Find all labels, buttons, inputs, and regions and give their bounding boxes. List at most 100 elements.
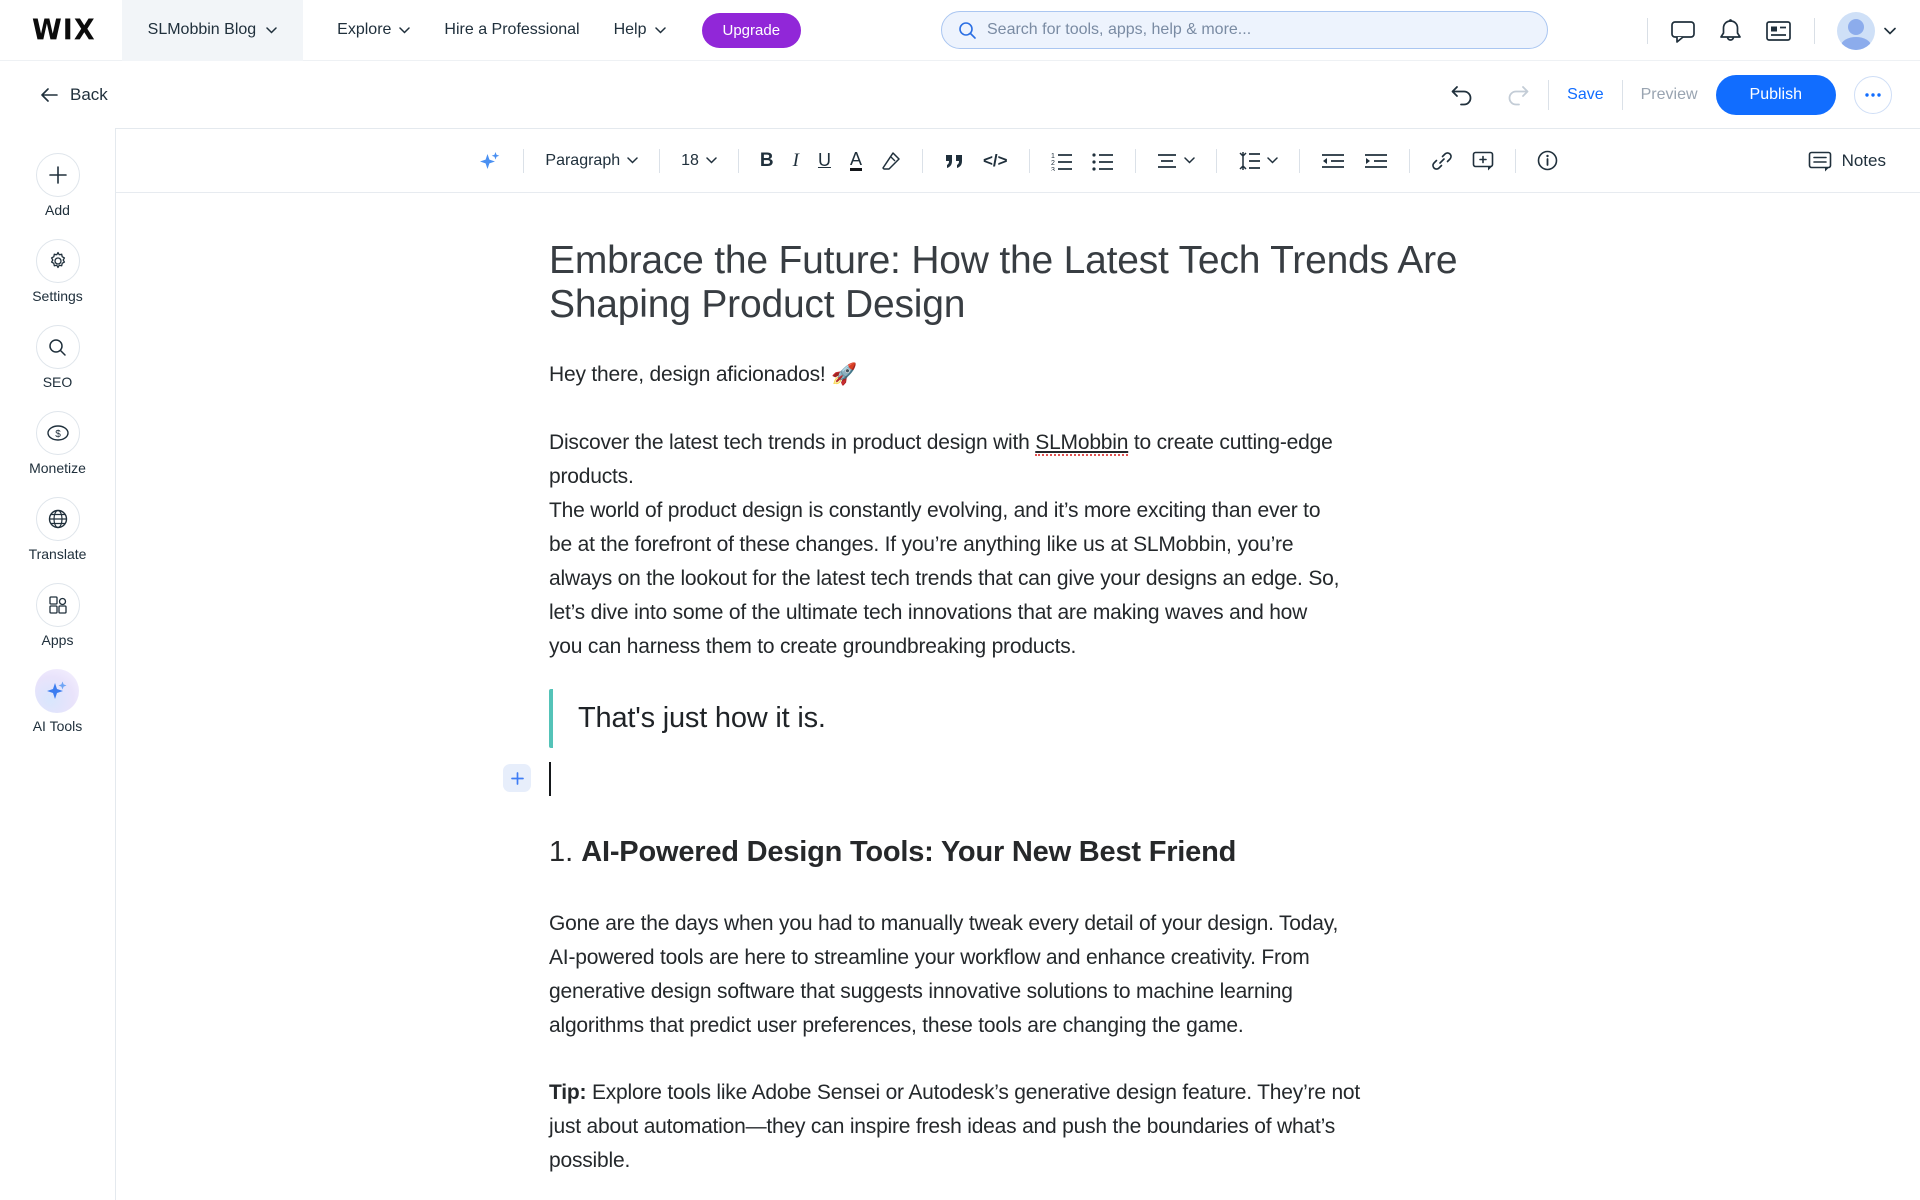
nav-label: Explore — [337, 21, 392, 38]
divider — [1548, 79, 1550, 110]
arrow-left-icon — [40, 87, 58, 102]
text-color-button[interactable]: A — [845, 146, 867, 176]
sidebar-item-translate[interactable]: Translate — [28, 497, 87, 562]
font-size-dropdown[interactable]: 18 — [676, 148, 722, 174]
sidebar-item-monetize[interactable]: $ Monetize — [29, 411, 86, 476]
editor-action-bar: Back Save Preview Publish — [0, 61, 1920, 128]
chat-icon[interactable] — [1670, 19, 1696, 43]
chevron-down-icon — [399, 26, 411, 34]
divider — [1647, 17, 1648, 44]
sidebar-item-settings[interactable]: Settings — [32, 239, 83, 304]
post-title[interactable]: Embrace the Future: How the Latest Tech … — [549, 239, 1489, 327]
align-dropdown[interactable] — [1152, 149, 1200, 173]
code-button[interactable]: </> — [978, 147, 1013, 175]
ai-assistant-icon[interactable] — [473, 145, 507, 177]
paragraph-style-label: Paragraph — [545, 151, 621, 169]
empty-line-with-cursor[interactable] — [503, 758, 1489, 800]
divider — [1814, 17, 1815, 44]
paragraph-tip[interactable]: Tip: Explore tools like Adobe Sensei or … — [549, 1076, 1489, 1178]
add-block-button[interactable] — [503, 764, 531, 792]
top-navigation-bar: WIX SLMobbin Blog Explore Hire a Profess… — [0, 0, 1920, 61]
outdent-button[interactable] — [1316, 149, 1350, 173]
more-options-button[interactable] — [1854, 75, 1892, 114]
ai-sparkle-icon — [35, 669, 80, 713]
underline-button[interactable]: U — [813, 146, 836, 175]
divider — [737, 148, 739, 173]
paragraph-intro[interactable]: Hey there, design aficionados! 🚀 — [549, 358, 1489, 392]
sidebar-item-seo[interactable]: SEO — [35, 325, 80, 390]
ordered-list-button[interactable]: 123 — [1046, 147, 1078, 175]
divider — [659, 148, 661, 173]
save-button[interactable]: Save — [1567, 86, 1603, 104]
divider — [1298, 148, 1300, 173]
sidebar-item-add[interactable]: Add — [35, 153, 80, 218]
paragraph-style-dropdown[interactable]: Paragraph — [540, 148, 643, 174]
sidebar-item-label: SEO — [42, 374, 73, 390]
news-card-icon[interactable] — [1765, 20, 1792, 42]
gear-icon — [35, 239, 80, 283]
info-icon[interactable] — [1532, 146, 1563, 175]
italic-button[interactable]: I — [788, 146, 804, 176]
site-menu-label: SLMobbin Blog — [147, 21, 257, 38]
search-input[interactable] — [987, 21, 1531, 39]
divider — [922, 148, 923, 173]
indent-button[interactable] — [1359, 149, 1393, 173]
svg-text:1: 1 — [1051, 153, 1055, 160]
sidebar-item-apps[interactable]: Apps — [35, 583, 80, 648]
avatar — [1837, 11, 1875, 50]
text-cursor — [549, 762, 551, 796]
font-size-value: 18 — [681, 151, 699, 169]
tip-label: Tip: — [549, 1081, 587, 1104]
search-icon — [958, 21, 977, 40]
divider — [523, 148, 525, 173]
site-menu[interactable]: SLMobbin Blog — [121, 0, 304, 61]
sidebar-item-ai-tools[interactable]: AI Tools — [33, 669, 82, 734]
bold-button[interactable]: B — [755, 147, 779, 174]
notes-button[interactable]: Notes — [1808, 129, 1886, 193]
sidebar-item-label: Add — [45, 202, 70, 218]
nav-item-explore[interactable]: Explore — [337, 21, 411, 39]
divider — [1028, 148, 1030, 173]
divider — [1134, 148, 1136, 173]
blog-post-editor[interactable]: Embrace the Future: How the Latest Tech … — [503, 239, 1489, 1178]
wix-logo: WIX — [32, 13, 96, 47]
preview-button[interactable]: Preview — [1641, 86, 1698, 104]
nav-label: Hire a Professional — [444, 21, 580, 38]
back-button[interactable]: Back — [40, 85, 108, 105]
nav-item-help[interactable]: Help — [614, 21, 666, 39]
link-icon[interactable] — [1426, 146, 1458, 176]
account-menu[interactable] — [1837, 11, 1896, 50]
nav-item-hire-a-professional[interactable]: Hire a Professional — [444, 21, 579, 39]
undo-icon[interactable] — [1450, 84, 1474, 106]
notifications-bell-icon[interactable] — [1718, 18, 1743, 44]
nav-label: Help — [613, 21, 647, 38]
globe-icon — [35, 497, 80, 541]
paragraph-gone[interactable]: Gone are the days when you had to manual… — [549, 907, 1489, 1043]
chevron-down-icon — [1884, 27, 1896, 35]
brand-word-spellcheck[interactable]: SLMobbin — [1035, 431, 1128, 456]
global-search[interactable] — [941, 11, 1548, 49]
highlight-button[interactable] — [876, 147, 906, 175]
editor-panel: Paragraph 18 B I U A </> 123 Notes Embra… — [115, 128, 1920, 1200]
italic-label: I — [792, 149, 799, 171]
blockquote-button[interactable] — [939, 149, 969, 173]
add-comment-button[interactable] — [1467, 147, 1499, 175]
line-spacing-dropdown[interactable] — [1233, 148, 1283, 174]
redo-icon[interactable] — [1506, 84, 1530, 106]
heading-text: AI-Powered Design Tools: Your New Best F… — [581, 836, 1237, 868]
underline-label: U — [817, 150, 831, 170]
section-heading[interactable]: 1. AI-Powered Design Tools: Your New Bes… — [549, 836, 1489, 869]
divider — [1514, 148, 1516, 173]
paragraph-discover[interactable]: Discover the latest tech trends in produ… — [549, 426, 1489, 664]
bullet-list-button[interactable] — [1087, 147, 1119, 175]
sidebar-item-label: Translate — [28, 546, 87, 562]
publish-button[interactable]: Publish — [1715, 74, 1836, 115]
bold-label: B — [759, 150, 774, 171]
divider — [1408, 148, 1410, 173]
back-label: Back — [70, 84, 108, 104]
paragraph-text: to create cutting-edge products. The wor… — [549, 431, 1340, 658]
upgrade-button[interactable]: Upgrade — [701, 12, 802, 48]
divider — [1215, 148, 1217, 173]
svg-text:$: $ — [55, 429, 61, 440]
blockquote[interactable]: That's just how it is. — [549, 689, 1489, 748]
